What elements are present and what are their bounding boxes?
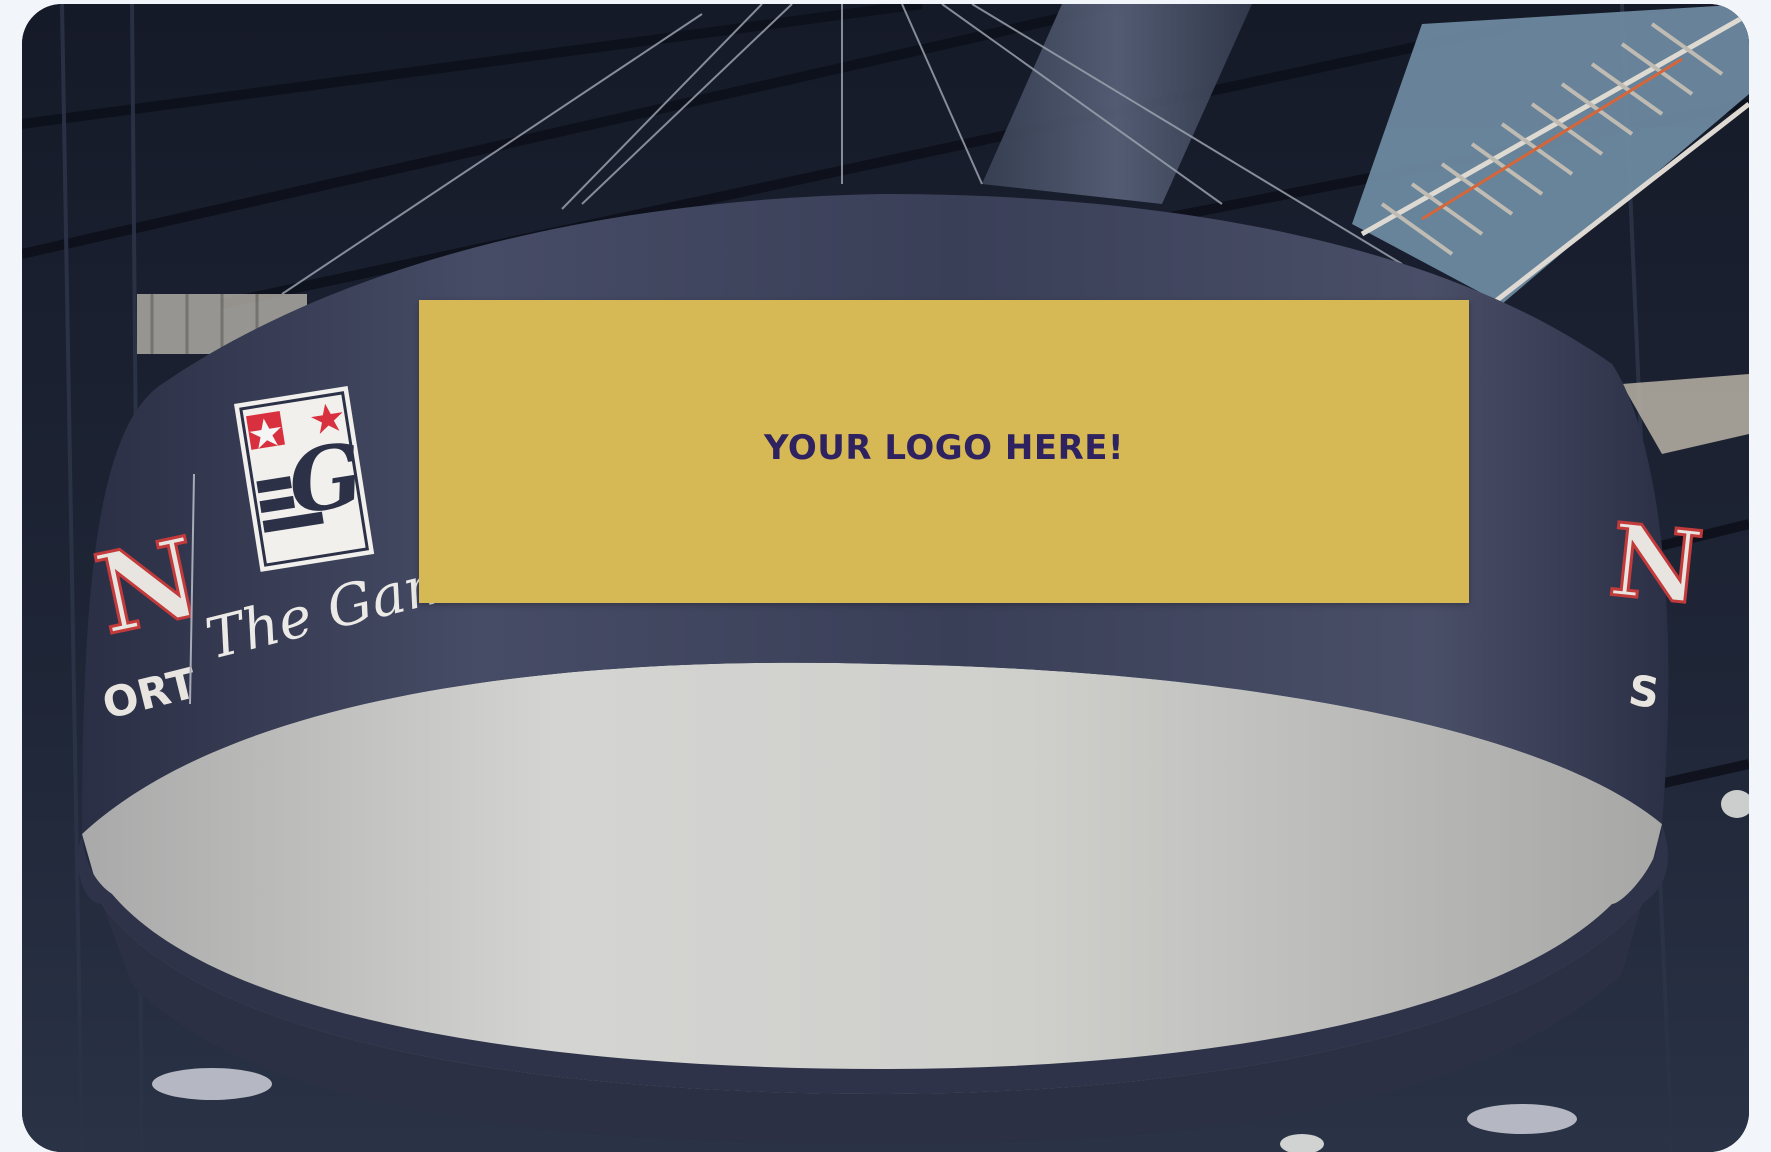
right-letter-fragment: N <box>1604 501 1707 628</box>
logo-placeholder-text: YOUR LOGO HERE! <box>763 427 1125 468</box>
svg-text:G: G <box>281 423 369 534</box>
logo-placeholder-panel: YOUR LOGO HERE! <box>419 300 1469 603</box>
photo-frame: N ORT G The Game N S YOUR LOGO HERE! <box>22 4 1749 1152</box>
